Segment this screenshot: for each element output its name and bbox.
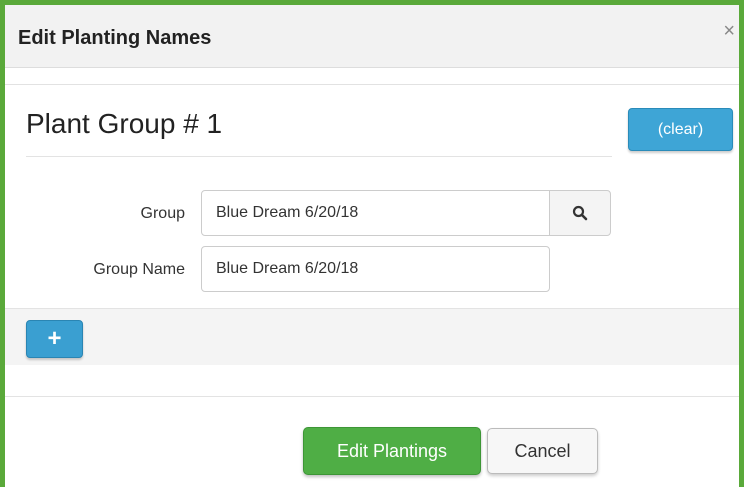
- search-icon: [572, 205, 588, 221]
- plant-group-heading: Plant Group # 1: [26, 108, 223, 139]
- cancel-button[interactable]: Cancel: [487, 428, 598, 474]
- add-group-row: +: [5, 308, 739, 365]
- group-name-input[interactable]: Blue Dream 6/20/18: [201, 246, 550, 292]
- group-search-button[interactable]: [549, 190, 611, 236]
- close-icon[interactable]: ×: [723, 21, 735, 41]
- group-input[interactable]: Blue Dream 6/20/18: [201, 190, 550, 236]
- group-label: Group: [140, 205, 185, 222]
- modal-header: Edit Planting Names ×: [5, 5, 739, 68]
- plus-icon: +: [47, 325, 62, 352]
- group-name-label: Group Name: [93, 261, 185, 278]
- modal-dialog: [0, 0, 744, 487]
- clear-button[interactable]: (clear): [628, 108, 733, 151]
- modal-title: Edit Planting Names: [18, 27, 212, 49]
- edit-plantings-button[interactable]: Edit Plantings: [303, 427, 481, 475]
- heading-underline: [26, 156, 612, 157]
- section-divider: [5, 84, 739, 85]
- footer-divider: [5, 396, 739, 397]
- add-group-button[interactable]: +: [26, 320, 83, 358]
